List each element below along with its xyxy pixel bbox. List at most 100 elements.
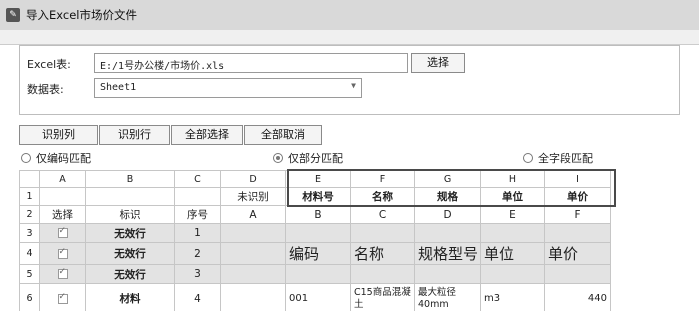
column-header[interactable]: E [285,170,351,188]
table-cell[interactable] [544,264,611,284]
table-cell[interactable] [480,264,545,284]
table-cell[interactable] [544,223,611,243]
radio-label: 仅编码匹配 [36,152,91,165]
row-number: 3 [19,223,40,243]
table-cell[interactable]: 标识 [85,205,175,224]
table-cell[interactable]: 001 [285,283,351,311]
checkbox-checked-icon[interactable] [57,226,68,238]
radio-code-only[interactable]: 仅编码匹配 [21,150,91,166]
table-cell[interactable]: 4 [174,283,221,311]
table-cell[interactable]: 1 [174,223,221,243]
table-cell[interactable]: 规格 [414,187,481,206]
row-number: 1 [19,187,40,206]
table-cell[interactable]: 材料 [85,283,175,311]
table-cell[interactable]: 无效行 [85,223,175,243]
table-cell[interactable]: 选择 [39,205,86,224]
table-cell[interactable] [350,264,415,284]
table-cell[interactable]: A [220,205,286,224]
table-row: 4 无效行 2 编码 名称 规格型号 单位 单价 [19,242,611,265]
table-cell[interactable]: m3 [480,283,545,311]
table-cell[interactable] [414,223,481,243]
app-icon: ✎ [6,8,20,22]
table-cell[interactable]: 编码 [285,242,351,265]
column-header[interactable]: H [480,170,545,188]
checkbox-checked-icon[interactable] [57,267,68,279]
table-cell[interactable] [350,223,415,243]
column-header[interactable]: F [350,170,415,188]
column-header[interactable]: C [174,170,221,188]
table-cell[interactable]: B [285,205,351,224]
table-cell[interactable]: 材料号 [285,187,351,206]
table-cell[interactable]: C15商品混凝土 [350,283,415,311]
chevron-down-icon[interactable]: ▼ [351,81,356,90]
row-checkbox[interactable] [39,264,86,284]
table-cell[interactable]: 无效行 [85,264,175,284]
table-cell[interactable]: 最大粒径40mm [414,283,481,311]
table-cell[interactable]: D [414,205,481,224]
radio-all-fields[interactable]: 全字段匹配 [523,150,593,166]
radio-circle[interactable] [523,153,533,163]
table-cell[interactable]: 名称 [350,242,415,265]
table-cell[interactable] [480,223,545,243]
table-cell[interactable]: 440 [544,283,611,311]
table-cell[interactable]: C [350,205,415,224]
table-cell[interactable]: 单位 [480,187,545,206]
column-header-row: A B C D E F G H I [19,170,611,188]
column-header[interactable]: A [39,170,86,188]
table-row: 1 未识别 材料号 名称 规格 单位 单价 [19,187,611,206]
table-cell[interactable]: 名称 [350,187,415,206]
table-cell[interactable] [220,283,286,311]
table-cell[interactable]: E [480,205,545,224]
identify-column-button[interactable]: 识别列 [19,125,98,145]
table-cell[interactable] [414,264,481,284]
row-checkbox[interactable] [39,242,86,265]
row-number: 4 [19,242,40,265]
table-cell[interactable] [220,223,286,243]
radio-circle-selected[interactable] [273,153,283,163]
column-header[interactable]: B [85,170,175,188]
table-cell[interactable]: 单位 [480,242,545,265]
row-number: 5 [19,264,40,284]
table-cell[interactable]: 序号 [174,205,221,224]
radio-partial-only[interactable]: 仅部分匹配 [273,150,343,166]
radio-circle[interactable] [21,153,31,163]
header-band [0,30,699,45]
excel-path-input[interactable]: E:/1号办公楼/市场价.xls [94,53,408,73]
column-header[interactable]: D [220,170,286,188]
deselect-all-button[interactable]: 全部取消 [244,125,322,145]
table-row: 5 无效行 3 [19,264,611,284]
table-cell[interactable] [220,264,286,284]
identify-row-button[interactable]: 识别行 [99,125,170,145]
select-file-button[interactable]: 选择 [411,53,465,73]
sheet-select[interactable]: Sheet1 ▼ [94,78,362,98]
table-cell[interactable]: 未识别 [220,187,286,206]
column-header[interactable]: I [544,170,611,188]
radio-label: 全字段匹配 [538,152,593,165]
table-row: 2 选择 标识 序号 A B C D E F [19,205,611,224]
table-row: 3 无效行 1 [19,223,611,243]
column-header[interactable]: G [414,170,481,188]
select-all-button[interactable]: 全部选择 [171,125,243,145]
table-cell[interactable]: 单价 [544,242,611,265]
table-cell[interactable]: 3 [174,264,221,284]
table-cell[interactable] [285,223,351,243]
table-cell[interactable]: 规格型号 [414,242,481,265]
checkbox-checked-icon[interactable] [57,292,68,304]
radio-label: 仅部分匹配 [288,152,343,165]
table-cell[interactable]: F [544,205,611,224]
table-cell[interactable] [174,187,221,206]
data-grid: A B C D E F G H I 1 未识别 材料号 名称 规格 单位 单价 … [19,170,611,311]
row-checkbox[interactable] [39,283,86,311]
table-cell[interactable]: 2 [174,242,221,265]
row-checkbox[interactable] [39,223,86,243]
sheet-label: 数据表: [27,83,64,96]
table-cell[interactable] [85,187,175,206]
table-cell[interactable] [220,242,286,265]
checkbox-checked-icon[interactable] [57,247,68,259]
table-cell[interactable]: 单价 [544,187,611,206]
table-cell[interactable]: 无效行 [85,242,175,265]
table-row: 6 材料 4 001 C15商品混凝土 最大粒径40mm m3 440 [19,283,611,311]
excel-label: Excel表: [27,58,71,71]
table-cell[interactable] [285,264,351,284]
table-cell[interactable] [39,187,86,206]
